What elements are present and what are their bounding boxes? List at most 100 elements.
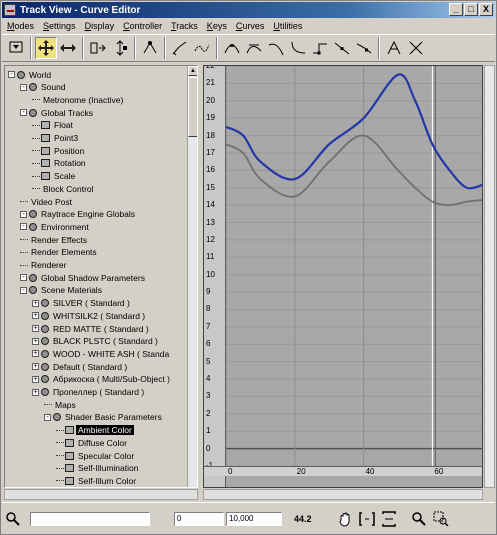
add-keys-button[interactable] — [139, 37, 161, 59]
tree-item[interactable]: - World — [8, 68, 51, 81]
tree-connector — [20, 201, 28, 202]
tree-item[interactable]: - Raytrace Engine Globals — [20, 208, 135, 221]
tree-item[interactable]: - Environment — [20, 220, 89, 233]
tree-item[interactable]: + WHITSILK2 ( Standard ) — [32, 309, 145, 322]
tree-item[interactable]: Diffuse Color — [56, 436, 127, 449]
reduce-keys-button[interactable] — [191, 37, 213, 59]
expand-toggle-icon[interactable]: - — [20, 274, 27, 282]
curve-plot[interactable] — [226, 66, 483, 466]
zoom-selected-button[interactable] — [2, 508, 24, 530]
menu-curves[interactable]: Curves — [236, 21, 265, 31]
title-bar[interactable]: Track View - Curve Editor _ □ X — [2, 2, 495, 18]
snap-frames-button[interactable] — [405, 37, 427, 59]
scale-values-button[interactable] — [109, 37, 131, 59]
expand-toggle-icon[interactable]: + — [32, 388, 39, 396]
menu-keys[interactable]: Keys — [207, 21, 227, 31]
tree-item[interactable]: + SILVER ( Standard ) — [32, 297, 130, 310]
tree-item[interactable]: Rotation — [32, 157, 86, 170]
tree-item[interactable]: Position — [32, 144, 84, 157]
expand-toggle-icon[interactable]: - — [20, 109, 27, 117]
tree-item[interactable]: Block Control — [32, 182, 94, 195]
tree-item[interactable]: Maps — [44, 398, 76, 411]
tree-item[interactable]: - Sound — [20, 81, 66, 94]
expand-toggle-icon[interactable]: + — [32, 325, 39, 332]
tree-item[interactable]: + Абрикоска ( Multi/Sub-Object ) — [32, 373, 170, 386]
curve-editor-graph[interactable]: 222120191817161514131211109876543210-1 0… — [203, 65, 483, 488]
tree-item[interactable]: Float — [32, 119, 73, 132]
tree-item[interactable]: Self-Illumination — [56, 462, 138, 475]
expand-toggle-icon[interactable]: - — [20, 83, 27, 91]
curve-horizontal-scrollbar[interactable] — [203, 489, 483, 500]
move-keys-button[interactable] — [35, 37, 57, 59]
expand-toggle-icon[interactable]: - — [20, 210, 27, 218]
filters-button[interactable] — [5, 37, 27, 59]
tree-horizontal-scrollbar[interactable] — [4, 489, 198, 500]
menu-modes[interactable]: Modes — [7, 21, 34, 31]
expand-toggle-icon[interactable]: + — [32, 363, 39, 371]
tree-vertical-scrollbar[interactable]: ▲ — [187, 66, 197, 487]
tree-item[interactable]: Point3 — [32, 132, 78, 145]
tangent-smooth-button[interactable] — [353, 37, 375, 59]
tangent-auto-button[interactable] — [221, 37, 243, 59]
draw-curves-button[interactable] — [169, 37, 191, 59]
zoom-horizontal-extents-button[interactable] — [356, 508, 378, 530]
tree-item[interactable]: - Global Tracks — [20, 106, 93, 119]
ambient-curve-blue[interactable] — [226, 73, 483, 190]
tree-item[interactable]: Video Post — [20, 195, 72, 208]
value-field[interactable]: 10,000 — [226, 511, 282, 526]
expand-toggle-icon[interactable]: + — [32, 375, 39, 383]
tree-item[interactable]: Metronome (Inactive) — [32, 93, 123, 106]
pan-button[interactable] — [334, 508, 356, 530]
menu-utilities[interactable]: Utilities — [273, 21, 302, 31]
tree-item[interactable]: + RED MATTE ( Standard ) — [32, 322, 149, 335]
tangent-linear-button[interactable] — [331, 37, 353, 59]
lock-selection-button[interactable] — [383, 37, 405, 59]
menu-controller[interactable]: Controller — [123, 21, 162, 31]
tree-item[interactable]: - Shader Basic Parameters — [44, 411, 162, 424]
tree-item[interactable]: Self-Illum Color — [56, 474, 136, 487]
curve-vertical-scrollbar[interactable] — [484, 65, 495, 488]
tree-item[interactable]: - Global Shadow Parameters — [20, 271, 145, 284]
tangent-custom-button[interactable] — [243, 37, 265, 59]
tree-item[interactable]: + BLACK PLSTC ( Standard ) — [32, 335, 158, 348]
toolbar-separator — [134, 37, 136, 59]
expand-toggle-icon[interactable]: + — [32, 299, 39, 307]
tree-item[interactable]: + WOOD - WHITE ASH ( Standa — [32, 347, 169, 360]
slide-keys-button[interactable] — [57, 37, 79, 59]
tree-item[interactable]: Ambient Color — [56, 424, 134, 437]
menu-tracks[interactable]: Tracks — [171, 21, 198, 31]
zoom-region-button[interactable] — [430, 508, 452, 530]
zoom-button[interactable] — [408, 508, 430, 530]
name-field[interactable] — [30, 511, 150, 526]
expand-toggle-icon[interactable]: + — [32, 312, 39, 320]
expand-toggle-icon[interactable]: - — [44, 413, 51, 421]
tree-item[interactable]: Specular Color — [56, 449, 134, 462]
expand-toggle-icon[interactable]: + — [32, 350, 39, 358]
minimize-button[interactable]: _ — [449, 3, 463, 16]
tree-item[interactable]: - Scene Materials — [20, 284, 102, 297]
scroll-thumb[interactable] — [188, 77, 197, 137]
frame-field[interactable]: 0 — [174, 511, 224, 526]
controller-tree[interactable]: ▲ - World - Sound Metronome (Inactive) - Globa… — [4, 65, 198, 488]
close-button[interactable]: X — [479, 3, 493, 16]
scroll-up-arrow-icon[interactable]: ▲ — [188, 66, 197, 76]
expand-toggle-icon[interactable]: - — [20, 286, 27, 294]
tree-item[interactable]: Renderer — [20, 259, 66, 272]
expand-toggle-icon[interactable]: - — [8, 71, 15, 78]
menu-settings[interactable]: Settings — [43, 21, 76, 31]
tree-item-label: Raytrace Engine Globals — [41, 209, 136, 220]
zoom-value-extents-button[interactable] — [378, 508, 400, 530]
tree-item[interactable]: + Пропеллер ( Standard ) — [32, 386, 144, 399]
tangent-step-button[interactable] — [309, 37, 331, 59]
expand-toggle-icon[interactable]: - — [20, 223, 27, 231]
tree-item[interactable]: + Default ( Standard ) — [32, 360, 127, 373]
tangent-fast-button[interactable] — [265, 37, 287, 59]
menu-display[interactable]: Display — [85, 21, 115, 31]
maximize-button[interactable]: □ — [464, 3, 478, 16]
tree-item[interactable]: Render Elements — [20, 246, 97, 259]
tree-item[interactable]: Render Effects — [20, 233, 87, 246]
expand-toggle-icon[interactable]: + — [32, 337, 39, 345]
scale-keys-button[interactable] — [87, 37, 109, 59]
tangent-slow-button[interactable] — [287, 37, 309, 59]
tree-item[interactable]: Scale — [32, 170, 75, 183]
